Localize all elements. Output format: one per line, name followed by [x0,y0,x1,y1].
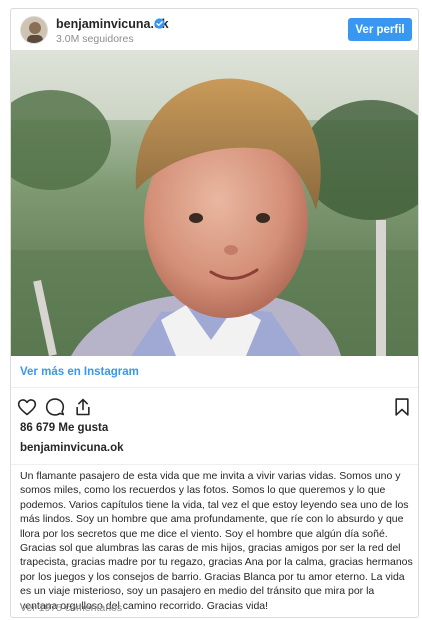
divider [11,387,418,388]
view-profile-button[interactable]: Ver perfil [348,18,412,41]
verified-badge-icon [154,18,165,29]
post-photo[interactable] [11,50,418,356]
post-header: benjaminvicuna.ok 3.0M seguidores Ver pe… [11,9,418,53]
avatar[interactable] [20,16,48,44]
comment-icon[interactable] [45,397,65,417]
bookmark-icon[interactable] [392,397,412,417]
like-count[interactable]: 86 679 Me gusta [20,422,108,434]
caption-username[interactable]: benjaminvicuna.ok [20,442,124,454]
action-bar [11,395,418,419]
heart-icon[interactable] [17,397,37,417]
view-comments-link[interactable]: Ver 1975 comentarios [20,602,122,614]
post-caption: Un flamante pasajero de esta vida que me… [20,470,413,612]
divider [11,464,418,465]
follower-count: 3.0M seguidores [56,33,134,45]
profile-username[interactable]: benjaminvicuna.ok [56,17,169,31]
instagram-embed-card: benjaminvicuna.ok 3.0M seguidores Ver pe… [10,8,419,618]
share-icon[interactable] [73,397,93,417]
view-more-on-instagram-link[interactable]: Ver más en Instagram [20,366,139,378]
